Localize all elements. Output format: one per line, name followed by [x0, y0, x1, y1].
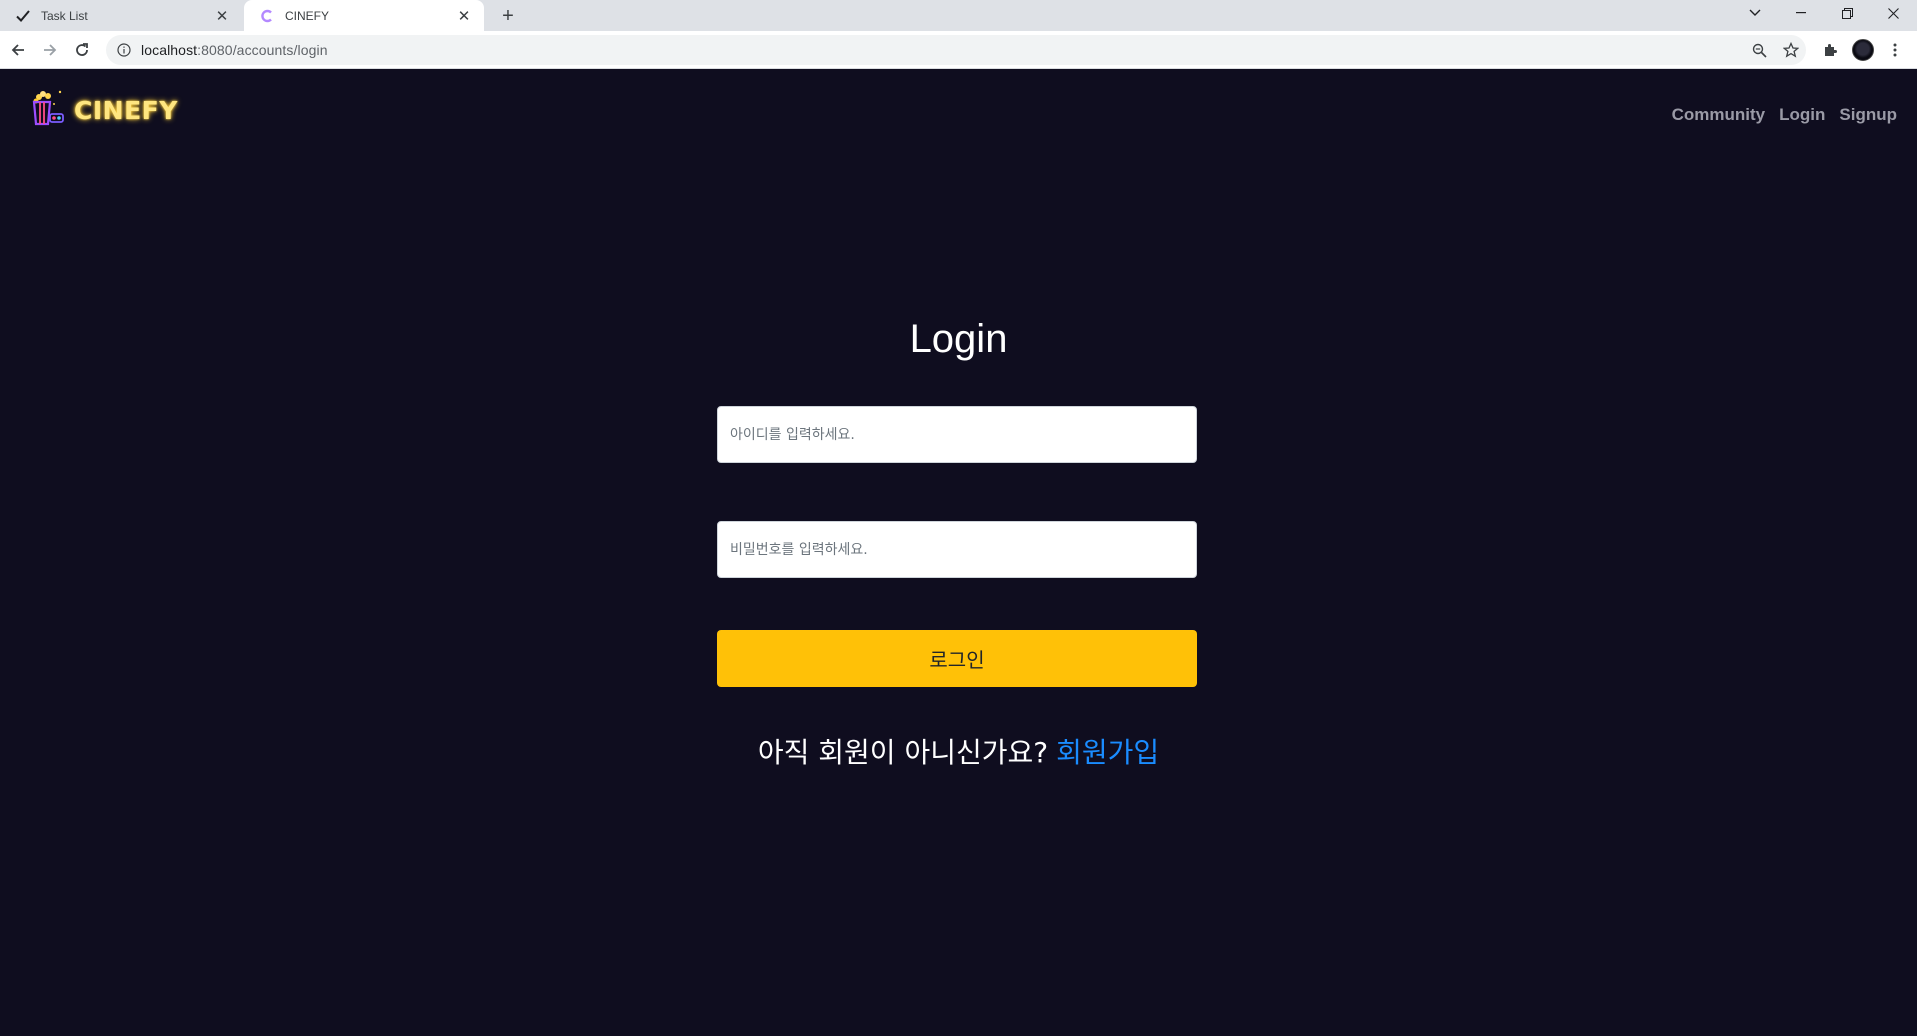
page-content: CINEFY Community Login Signup Login 로그인 …	[0, 69, 1917, 1036]
checkmark-icon	[15, 8, 31, 24]
reload-icon[interactable]	[70, 38, 94, 62]
new-tab-icon[interactable]: +	[496, 4, 520, 28]
page-title: Login	[909, 317, 1008, 361]
site-logo[interactable]: CINEFY	[30, 90, 178, 130]
browser-tabstrip: Task List ✕ CINEFY ✕ +	[0, 0, 1917, 31]
password-input[interactable]	[717, 521, 1197, 578]
popcorn-logo-icon	[30, 88, 70, 133]
nav-login-link[interactable]: Login	[1779, 105, 1825, 125]
cinefy-c-icon	[259, 8, 275, 24]
forward-icon[interactable]	[38, 38, 62, 62]
logo-text: CINEFY	[74, 95, 178, 125]
profile-avatar[interactable]	[1852, 39, 1874, 61]
restore-icon[interactable]	[1827, 0, 1867, 26]
address-bar[interactable]: localhost:8080/accounts/login	[106, 35, 1806, 65]
tab-title: Task List	[41, 8, 88, 23]
close-window-icon[interactable]	[1873, 0, 1913, 26]
tab-close-icon[interactable]: ✕	[456, 8, 472, 25]
browser-toolbar: localhost:8080/accounts/login	[0, 31, 1917, 69]
site-info-icon[interactable]	[116, 42, 132, 58]
username-input[interactable]	[717, 406, 1197, 463]
tab-title: CINEFY	[285, 8, 330, 23]
tab-task-list[interactable]: Task List ✕	[0, 0, 242, 31]
main-nav: Community Login Signup	[1672, 105, 1897, 125]
menu-kebab-icon[interactable]	[1883, 38, 1907, 62]
bookmark-star-icon[interactable]	[1779, 38, 1803, 62]
tab-cinefy[interactable]: CINEFY ✕	[244, 0, 484, 31]
tab-close-icon[interactable]: ✕	[214, 8, 230, 25]
zoom-icon[interactable]	[1747, 38, 1771, 62]
nav-signup-link[interactable]: Signup	[1839, 105, 1897, 125]
extensions-puzzle-icon[interactable]	[1818, 38, 1842, 62]
back-icon[interactable]	[6, 38, 30, 62]
nav-community-link[interactable]: Community	[1672, 105, 1766, 125]
tab-search-icon[interactable]	[1735, 0, 1775, 26]
minimize-icon[interactable]	[1781, 0, 1821, 26]
login-button[interactable]: 로그인	[717, 630, 1197, 687]
url-text: localhost:8080/accounts/login	[141, 42, 328, 58]
url-host: localhost	[141, 42, 198, 58]
signup-prompt-text: 아직 회원이 아니신가요?	[757, 736, 1049, 769]
signup-link[interactable]: 회원가입	[1056, 736, 1159, 769]
url-path: :8080/accounts/login	[197, 42, 328, 58]
signup-prompt-line: 아직 회원이 아니신가요? 회원가입	[0, 731, 1917, 771]
